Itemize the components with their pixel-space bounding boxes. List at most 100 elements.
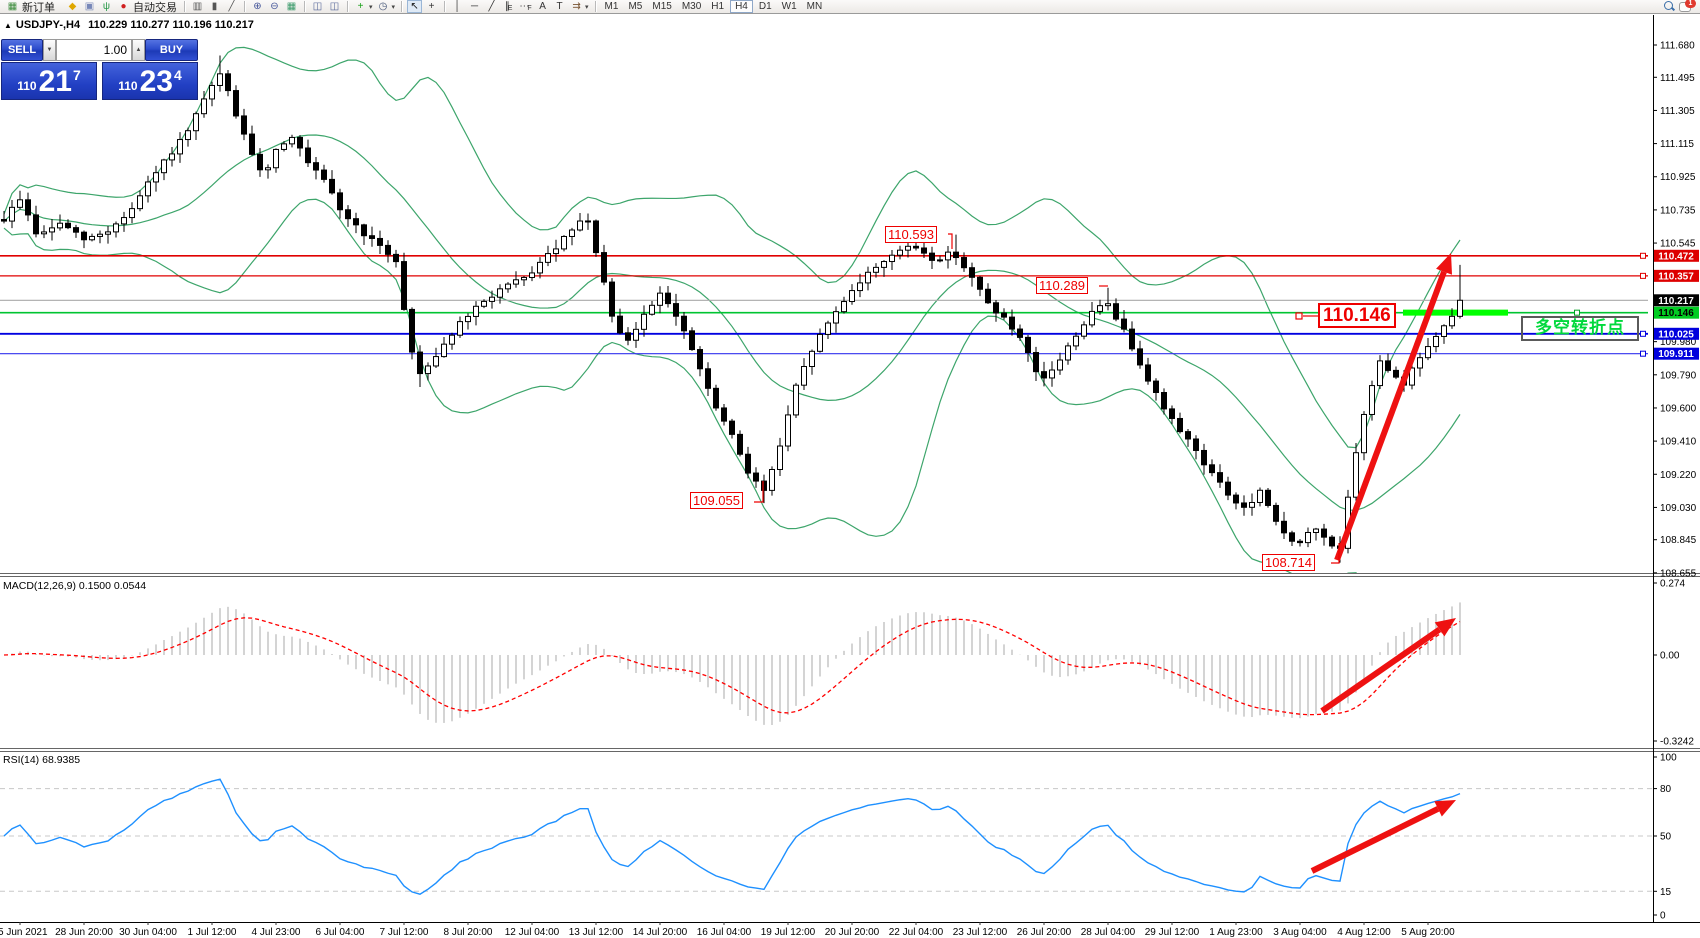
toolbar-separator	[401, 1, 402, 12]
signals-icon[interactable]: ψ	[99, 0, 114, 13]
volume-increase-button[interactable]: ▲	[132, 39, 145, 61]
channel-icon[interactable]: ∥E	[501, 0, 516, 13]
svg-text:110.925: 110.925	[1660, 172, 1696, 183]
buy-price-bigfigure: 110	[118, 79, 137, 93]
svg-text:1 Aug 23:00: 1 Aug 23:00	[1209, 927, 1263, 938]
timeframe-button-h1[interactable]: H1	[707, 0, 728, 13]
buy-price[interactable]: 110 23 4	[102, 62, 198, 100]
collapse-panel-icon[interactable]: ▲	[4, 21, 12, 30]
svg-text:110.472: 110.472	[1658, 251, 1694, 262]
svg-text:110.357: 110.357	[1658, 271, 1694, 282]
chat-icon[interactable]: 1	[1679, 0, 1694, 13]
toolbar-separator	[595, 1, 596, 12]
chart-canvas[interactable]: 111.680111.495111.305111.115110.925110.7…	[0, 0, 1700, 938]
rsi-indicator-label: RSI(14) 68.9385	[3, 754, 80, 766]
svg-text:50: 50	[1660, 832, 1672, 843]
new-order-icon[interactable]: ▦	[5, 0, 20, 13]
svg-text:23 Jul 12:00: 23 Jul 12:00	[953, 927, 1008, 938]
svg-text:108.845: 108.845	[1660, 535, 1697, 546]
search-icon[interactable]	[1663, 0, 1676, 13]
svg-text:110.146: 110.146	[1658, 308, 1694, 319]
add-indicator-icon[interactable]: +	[353, 0, 368, 13]
svg-text:7 Jul 12:00: 7 Jul 12:00	[380, 927, 429, 938]
buy-button[interactable]: BUY	[145, 39, 198, 61]
one-click-trade-panel: SELL ▼ 1.00 ▲ BUY 110 21 7 110 23 4	[1, 39, 198, 100]
zoom-in-icon[interactable]: ⊕	[250, 0, 265, 13]
timeframe-button-m1[interactable]: M1	[601, 0, 623, 13]
macd-indicator-label: MACD(12,26,9) 0.1500 0.0544	[3, 580, 146, 592]
symbol-bar: ▲ USDJPY-,H4 110.229 110.277 110.196 110.2…	[4, 19, 254, 31]
indicator-window-icon[interactable]: ◫	[310, 0, 325, 13]
svg-text:110.735: 110.735	[1660, 205, 1696, 216]
timeframe-button-h4[interactable]: H4	[730, 0, 753, 13]
timeframe-button-m30[interactable]: M30	[678, 0, 705, 13]
svg-text:13 Jul 12:00: 13 Jul 12:00	[569, 927, 624, 938]
candlestick-icon[interactable]: ▮	[207, 0, 222, 13]
metaeditor-icon[interactable]: ◆	[65, 0, 80, 13]
svg-text:6 Jul 04:00: 6 Jul 04:00	[316, 927, 365, 938]
zoom-out-icon[interactable]: ⊖	[267, 0, 282, 13]
bar-chart-icon[interactable]: ▥	[190, 0, 205, 13]
svg-text:110.025: 110.025	[1658, 329, 1694, 340]
horizontal-line-icon[interactable]: ─	[467, 0, 482, 13]
svg-text:22 Jul 04:00: 22 Jul 04:00	[889, 927, 944, 938]
indicator-window2-icon[interactable]: ◫	[327, 0, 342, 13]
new-order-label[interactable]: 新订单	[22, 0, 55, 15]
timeframe-button-d1[interactable]: D1	[755, 0, 776, 13]
arrows-icon[interactable]: ⇉	[569, 0, 584, 13]
svg-text:12 Jul 04:00: 12 Jul 04:00	[505, 927, 560, 938]
timeframe-group: M1M5M15M30H1H4D1W1MN	[600, 0, 828, 13]
svg-text:15: 15	[1660, 887, 1672, 898]
volume-decrease-button[interactable]: ▼	[43, 39, 56, 61]
timeframe-button-m15[interactable]: M15	[648, 0, 675, 13]
chart-window-icon[interactable]: ▣	[82, 0, 97, 13]
vertical-line-icon[interactable]: │	[450, 0, 465, 13]
price-callout-label[interactable]: 108.714	[1262, 554, 1315, 571]
timeframe-button-w1[interactable]: W1	[778, 0, 801, 13]
svg-text:0: 0	[1660, 911, 1666, 922]
crosshair-icon[interactable]: +	[424, 0, 439, 13]
dropdown-caret-icon[interactable]: ▾	[392, 3, 396, 11]
svg-text:4 Aug 12:00: 4 Aug 12:00	[1337, 927, 1391, 938]
svg-text:28 Jun 20:00: 28 Jun 20:00	[55, 927, 113, 938]
svg-text:-0.3242: -0.3242	[1660, 737, 1694, 748]
toolbar: ▦新订单◆▣ψ●自动交易▥▮╱⊕⊖▦◫◫+▾◷▾↖+│─╱∥E⋯FAT⇉▾M1M…	[0, 0, 1700, 14]
text-icon[interactable]: A	[535, 0, 550, 13]
timeframe-button-mn[interactable]: MN	[803, 0, 827, 13]
trendline-icon[interactable]: ╱	[484, 0, 499, 13]
svg-text:8 Jul 20:00: 8 Jul 20:00	[444, 927, 493, 938]
price-callout-label[interactable]: 110.289	[1036, 277, 1088, 294]
volume-input[interactable]: 1.00	[56, 39, 132, 61]
sell-button[interactable]: SELL	[1, 39, 43, 61]
svg-text:110.217: 110.217	[1658, 296, 1694, 307]
svg-text:109.030: 109.030	[1660, 503, 1697, 514]
buy-price-pips: 23	[140, 67, 173, 97]
timeframe-button-m5[interactable]: M5	[624, 0, 646, 13]
svg-text:20 Jul 20:00: 20 Jul 20:00	[825, 927, 880, 938]
periods-icon[interactable]: ◷	[376, 0, 391, 13]
svg-text:111.115: 111.115	[1660, 139, 1694, 150]
price-callout-label[interactable]: 110.146	[1318, 303, 1396, 328]
cursor-icon[interactable]: ↖	[407, 0, 422, 13]
sell-price[interactable]: 110 21 7	[1, 62, 97, 100]
toolbar-separator	[347, 1, 348, 12]
symbol-name: USDJPY-,H4	[16, 19, 80, 31]
fibonacci-icon[interactable]: ⋯F	[518, 0, 533, 13]
line-chart-icon[interactable]: ╱	[224, 0, 239, 13]
auto-trading-label[interactable]: 自动交易	[133, 0, 177, 15]
symbol-ohlc-values: 110.229 110.277 110.196 110.217	[88, 19, 254, 31]
text-label-icon[interactable]: T	[552, 0, 567, 13]
dropdown-caret-icon[interactable]: ▾	[585, 3, 589, 11]
price-callout-label[interactable]: 109.055	[690, 492, 743, 509]
sell-price-pips: 21	[39, 67, 72, 97]
autotrading-icon[interactable]: ●	[116, 0, 131, 13]
svg-text:100: 100	[1660, 753, 1677, 764]
price-callout-label[interactable]: 110.593	[885, 226, 937, 243]
dropdown-caret-icon[interactable]: ▾	[369, 3, 373, 11]
svg-text:1 Jul 12:00: 1 Jul 12:00	[188, 927, 237, 938]
annotation-text-box[interactable]: 多空转折点	[1521, 316, 1639, 341]
svg-text:28 Jul 04:00: 28 Jul 04:00	[1081, 927, 1136, 938]
tile-windows-icon[interactable]: ▦	[284, 0, 299, 13]
svg-text:109.911: 109.911	[1658, 349, 1694, 360]
toolbar-separator	[444, 1, 445, 12]
